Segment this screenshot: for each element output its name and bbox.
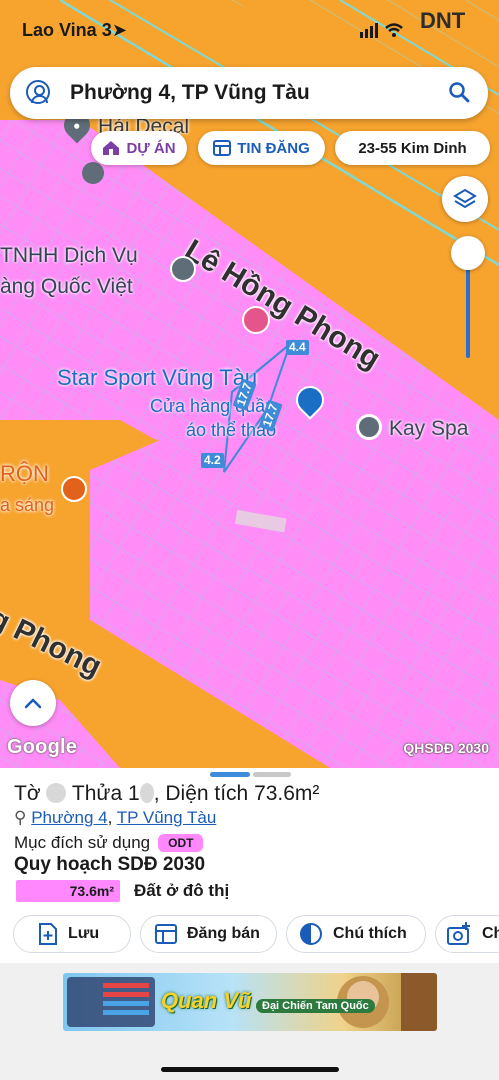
poi-label-company-1: TNHH Dịch Vụ <box>0 244 138 267</box>
plan-year-tag: QHSDĐ 2030 <box>403 740 489 756</box>
expand-up-button[interactable] <box>10 680 56 726</box>
ad-brand: Quan Vũ <box>161 988 252 1013</box>
purpose-label: Mục đích sử dụng <box>14 833 151 852</box>
search-title[interactable]: Phường 4, TP Vũng Tàu <box>70 81 310 105</box>
dimension-tag: 4.4 <box>286 340 309 355</box>
redacted-blob <box>46 783 67 803</box>
ad-banner[interactable]: Quan Vũ Đại Chiến Tam Quốc <box>63 973 437 1031</box>
parcel-title-prefix: Tờ <box>14 782 41 805</box>
more-label: Ch <box>482 925 499 942</box>
layers-button[interactable] <box>442 176 488 222</box>
carrier-label: Lao Vina 3 <box>22 20 112 40</box>
table-icon <box>155 924 177 944</box>
poi-label-kay-spa: Kay Spa <box>389 417 469 440</box>
save-label: Lưu <box>68 925 100 942</box>
save-button[interactable]: Lưu <box>13 915 131 953</box>
parcel-title: Tờ Thửa 1 , Diện tích 73.6m² <box>14 782 319 806</box>
dimension-tag: 4.2 <box>201 453 224 468</box>
chip-project-label: DỰ ÁN <box>126 139 176 157</box>
poi-label-ron-2: a sáng <box>0 495 55 515</box>
chevron-up-icon <box>24 698 42 709</box>
ad-subtitle: Đại Chiến Tam Quốc <box>256 999 375 1013</box>
land-type: Đất ở đô thị <box>134 881 230 900</box>
add-document-icon <box>39 923 57 945</box>
city-link[interactable]: TP Vũng Tàu <box>117 808 217 827</box>
chip-address-label: 23-55 Kim Dinh <box>358 139 467 157</box>
chip-listing[interactable]: TIN ĐĂNG <box>198 131 325 165</box>
opacity-slider-track[interactable] <box>466 262 470 358</box>
signal-wifi-icon <box>360 23 403 38</box>
chip-listing-label: TIN ĐĂNG <box>237 139 310 157</box>
add-photo-icon <box>447 922 470 945</box>
table-icon <box>213 140 232 156</box>
purpose-row: Mục đích sử dụng ODT <box>14 833 204 853</box>
location-arrow-icon: ➤ <box>112 20 128 40</box>
more-button[interactable]: Ch <box>435 915 499 953</box>
user-icon[interactable] <box>26 80 50 104</box>
sell-button[interactable]: Đăng bán <box>140 915 277 953</box>
hotel-icon[interactable] <box>242 306 270 334</box>
opacity-slider-thumb[interactable] <box>451 236 485 270</box>
layers-icon <box>453 188 477 209</box>
sheet-handle-active[interactable] <box>210 772 250 777</box>
spa-pin-icon[interactable] <box>356 414 382 440</box>
restaurant-icon[interactable] <box>61 476 87 502</box>
area-bar: 73.6m² <box>16 880 120 902</box>
chip-address[interactable]: 23-55 Kim Dinh <box>335 131 490 165</box>
map-view[interactable]: Lê Hồng Phong g Phong ● Hải Decal TNHH D… <box>0 0 499 768</box>
house-icon <box>103 141 120 155</box>
legend-button[interactable]: Chú thích <box>286 915 426 953</box>
redacted-blob <box>139 783 154 803</box>
brand-watermark: DNT <box>420 8 466 33</box>
google-logo: Google <box>7 736 78 758</box>
location-line: ⚲ Phường 4, TP Vũng Tàu <box>14 808 217 827</box>
contrast-icon <box>300 923 322 945</box>
plan-title: Quy hoạch SDĐ 2030 <box>14 854 206 875</box>
sheet-handle[interactable] <box>253 772 291 777</box>
poi-label-shop-1: Cửa hàng quần <box>150 396 276 416</box>
search-icon[interactable] <box>448 81 470 103</box>
poi-label-star-sport: Star Sport Vũng Tàu <box>57 365 258 390</box>
home-indicator[interactable] <box>161 1067 339 1072</box>
ad-zone: Quan Vũ Đại Chiến Tam Quốc <box>0 963 499 1080</box>
legend-label: Chú thích <box>333 925 407 942</box>
parcel-info-sheet[interactable]: Tờ Thửa 1 , Diện tích 73.6m² ⚲ Phường 4, … <box>0 768 499 968</box>
ward-link[interactable]: Phường 4 <box>31 808 107 827</box>
status-bar: Lao Vina 3 ➤ DNT <box>0 0 499 60</box>
sell-label: Đăng bán <box>187 925 260 942</box>
purpose-code-badge: ODT <box>158 834 204 852</box>
map-pin-icon: ⚲ <box>14 808 27 827</box>
parcel-title-suffix: , Diện tích 73.6m² <box>153 782 320 805</box>
bank-icon[interactable] <box>170 256 196 282</box>
poi-label-ron-1: RỘN <box>0 461 49 486</box>
poi-label-company-2: àng Quốc Việt <box>0 275 133 298</box>
building-icon <box>82 162 104 184</box>
chip-project[interactable]: DỰ ÁN <box>91 131 187 165</box>
search-bar[interactable]: Phường 4, TP Vũng Tàu <box>10 67 488 119</box>
parcel-title-mid: Thửa 1 <box>71 782 140 805</box>
area-row: 73.6m² Đất ở đô thị <box>16 880 229 902</box>
area-value: 73.6m² <box>69 883 114 899</box>
